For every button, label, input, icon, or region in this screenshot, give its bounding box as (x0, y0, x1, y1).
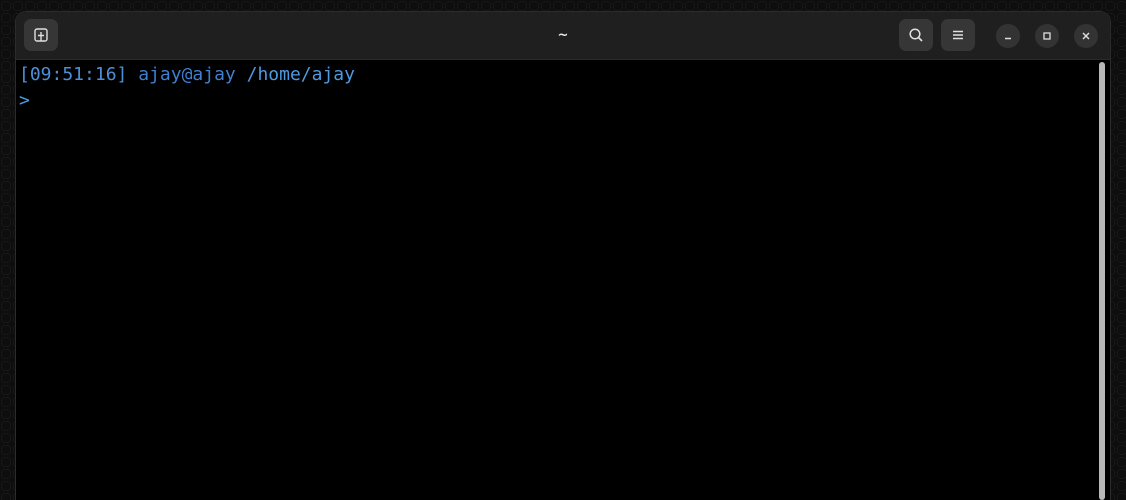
maximize-icon (1042, 31, 1052, 41)
new-tab-button[interactable] (24, 19, 58, 51)
prompt-line: [09:51:16] ajay@ajay /home/ajay (19, 62, 1098, 88)
prompt-user-host: ajay@ajay (138, 64, 236, 85)
input-line[interactable]: > (19, 88, 1098, 114)
minimize-icon (1003, 31, 1013, 41)
prompt-time: [09:51:16] (19, 64, 128, 85)
scrollbar-thumb[interactable] (1099, 62, 1105, 500)
prompt-path: /home/ajay (246, 64, 355, 85)
prompt-symbol: > (19, 90, 30, 111)
maximize-button[interactable] (1035, 24, 1059, 48)
search-icon (908, 27, 924, 43)
menu-button[interactable] (941, 19, 975, 51)
close-icon (1081, 31, 1091, 41)
titlebar: ~ (16, 12, 1110, 60)
terminal-output[interactable]: [09:51:16] ajay@ajay /home/ajay > (16, 60, 1098, 500)
close-button[interactable] (1074, 24, 1098, 48)
search-button[interactable] (899, 19, 933, 51)
terminal-window: ~ [09:51:16] ajay@ajay /home/ajay > (16, 12, 1110, 500)
minimize-button[interactable] (996, 24, 1020, 48)
scrollbar[interactable] (1099, 62, 1106, 500)
new-tab-icon (33, 27, 49, 43)
hamburger-menu-icon (951, 28, 965, 42)
